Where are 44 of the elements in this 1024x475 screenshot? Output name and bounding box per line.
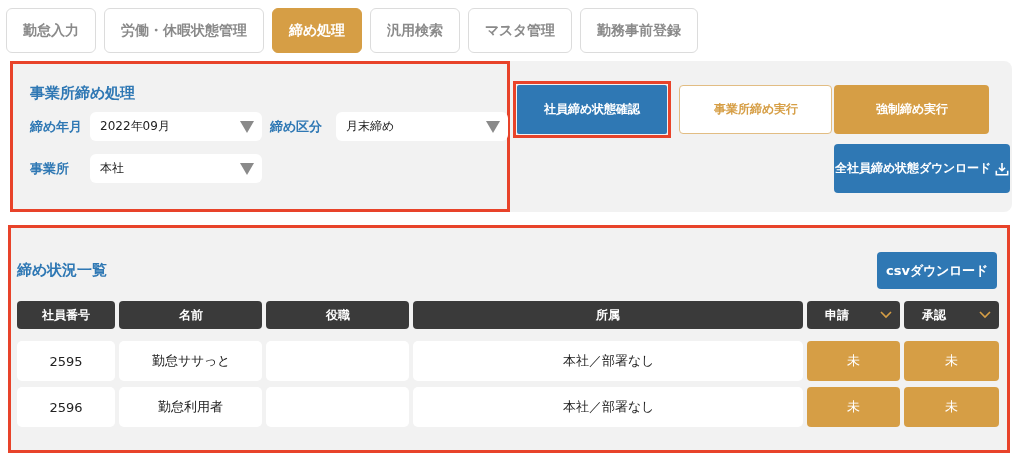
action-button[interactable]: 強制締め実行 <box>834 85 989 134</box>
panel-title: 締め状況一覧 <box>17 261 107 280</box>
status-button[interactable]: 未 <box>807 341 900 381</box>
nav-tab[interactable]: マスタ管理 <box>468 8 572 53</box>
chevron-down-icon <box>880 311 892 319</box>
select-value: 2022年09月 <box>100 118 170 135</box>
status-button[interactable]: 未 <box>807 387 900 427</box>
nav-tab[interactable]: 勤怠入力 <box>6 8 96 53</box>
table-cell: 本社／部署なし <box>413 387 803 427</box>
dropdown-arrow-icon <box>240 120 254 133</box>
select-field[interactable]: 月末締め <box>336 112 508 141</box>
download-icon <box>995 161 1009 176</box>
column-header[interactable]: 申請 <box>807 301 900 329</box>
table-cell: 本社／部署なし <box>413 341 803 381</box>
nav-tab[interactable]: 締め処理 <box>272 8 362 53</box>
column-header: 所属 <box>413 301 803 329</box>
table-cell: 勤怠ササっと <box>119 341 262 381</box>
status-button[interactable]: 未 <box>904 341 999 381</box>
action-button[interactable]: 全社員締め状態ダウンロード <box>834 144 1010 193</box>
chevron-down-icon <box>979 311 991 319</box>
dropdown-arrow-icon <box>240 162 254 175</box>
column-header: 社員番号 <box>17 301 115 329</box>
action-button[interactable]: 社員締め状態確認 <box>517 85 667 134</box>
table-cell: 2595 <box>17 341 115 381</box>
table-cell: 勤怠利用者 <box>119 387 262 427</box>
select-field[interactable]: 本社 <box>90 154 262 183</box>
nav-tab[interactable]: 労働・休暇状態管理 <box>104 8 264 53</box>
select-value: 本社 <box>100 160 124 177</box>
status-button[interactable]: 未 <box>904 387 999 427</box>
action-button[interactable]: 事業所締め実行 <box>679 85 832 134</box>
column-header[interactable]: 承認 <box>904 301 999 329</box>
dropdown-arrow-icon <box>486 120 500 133</box>
field-label: 事業所 <box>30 159 70 178</box>
field-label: 締め年月 <box>30 117 82 136</box>
select-field[interactable]: 2022年09月 <box>90 112 262 141</box>
table-cell: 2596 <box>17 387 115 427</box>
field-label: 締め区分 <box>270 117 323 136</box>
panel-title: 事業所締め処理 <box>30 84 136 103</box>
select-value: 月末締め <box>346 118 394 135</box>
column-header: 名前 <box>119 301 262 329</box>
nav-tab[interactable]: 汎用検索 <box>370 8 460 53</box>
csv-download-button[interactable]: csvダウンロード <box>877 252 997 289</box>
nav-tab[interactable]: 勤務事前登録 <box>580 8 698 53</box>
column-header: 役職 <box>266 301 409 329</box>
